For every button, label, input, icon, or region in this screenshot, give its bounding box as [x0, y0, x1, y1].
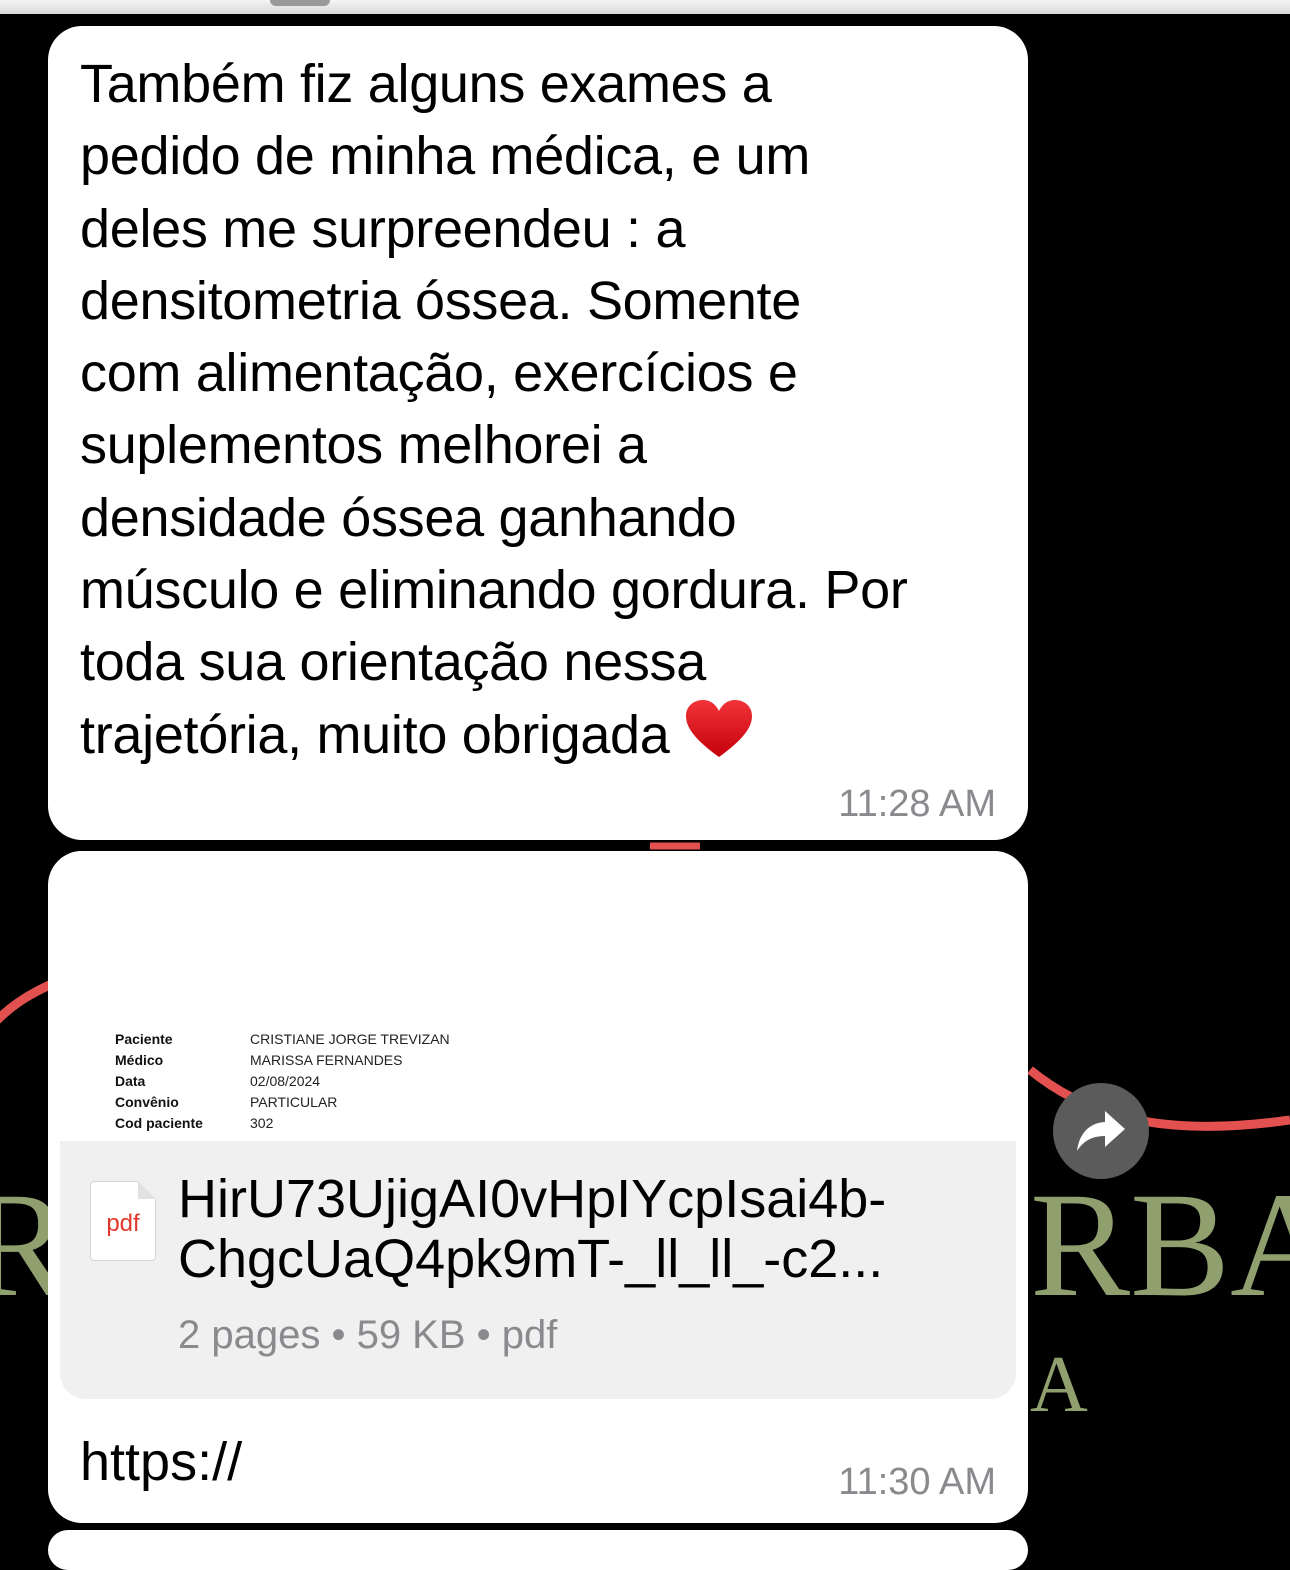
field-value: 302: [250, 1115, 274, 1131]
wallpaper-letters-right: RBA: [1030, 1162, 1290, 1328]
field-value: 02/08/2024: [250, 1073, 321, 1089]
pdf-preview-fields: Paciente CRISTIANE JORGE TREVIZAN Médico…: [115, 1031, 450, 1131]
file-icon-label: pdf: [106, 1210, 140, 1237]
forward-arrow-icon: [1077, 1111, 1125, 1151]
file-name-line-2: ChgcUaQ4pk9mT-_ll_ll_-c2...: [178, 1229, 884, 1289]
file-attachment[interactable]: pdf HirU73UjigAI0vHpIYcpIsai4b- ChgcUaQ4…: [60, 1141, 1016, 1399]
forward-button[interactable]: [1053, 1083, 1149, 1179]
field-label: Paciente: [115, 1031, 173, 1047]
message-body: Também fiz alguns exames a pedido de min…: [80, 54, 908, 765]
message-link[interactable]: https://: [80, 1431, 242, 1493]
field-value: MARISSA FERNANDES: [250, 1052, 403, 1068]
message-bubble-file[interactable]: Paciente CRISTIANE JORGE TREVIZAN Médico…: [48, 851, 1028, 1523]
file-meta: 2 pages • 59 KB • pdf: [178, 1313, 558, 1357]
message-timestamp: 11:30 AM: [838, 1461, 996, 1503]
pdf-file-icon: pdf: [90, 1181, 156, 1261]
file-name: HirU73UjigAI0vHpIYcpIsai4b- ChgcUaQ4pk9m…: [178, 1169, 978, 1289]
message-text: Também fiz alguns exames a pedido de min…: [80, 48, 1010, 771]
message-timestamp: 11:28 AM: [838, 783, 996, 825]
message-bubble-next[interactable]: [48, 1530, 1028, 1570]
field-value: CRISTIANE JORGE TREVIZAN: [250, 1031, 450, 1047]
message-bubble-text[interactable]: Também fiz alguns exames a pedido de min…: [48, 26, 1028, 840]
pdf-preview[interactable]: Paciente CRISTIANE JORGE TREVIZAN Médico…: [60, 851, 1016, 1141]
heart-icon: [686, 699, 753, 757]
wallpaper-letters-sub: A: [1030, 1341, 1088, 1429]
field-value: PARTICULAR: [250, 1094, 338, 1110]
field-label: Data: [115, 1073, 146, 1089]
file-name-line-1: HirU73UjigAI0vHpIYcpIsai4b-: [178, 1169, 887, 1229]
field-label: Médico: [115, 1052, 164, 1068]
field-label: Cod paciente: [115, 1115, 203, 1131]
field-label: Convênio: [115, 1094, 179, 1110]
